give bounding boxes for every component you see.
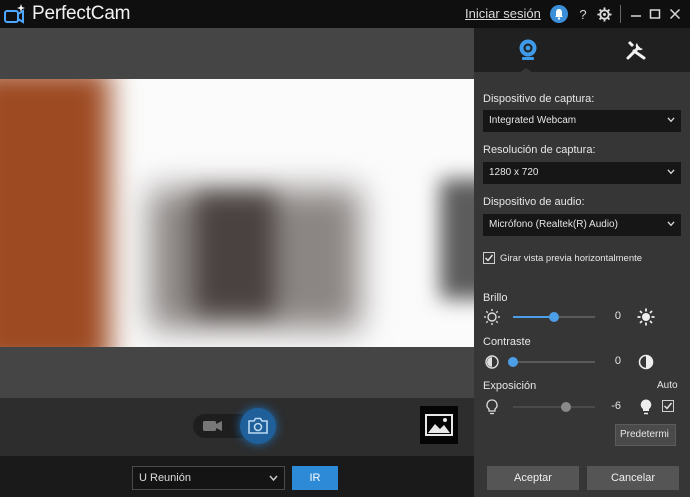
capture-controls-bar — [0, 398, 474, 456]
accept-button[interactable]: Aceptar — [487, 466, 579, 490]
video-camera-icon[interactable] — [203, 420, 222, 432]
brightness-value: 0 — [614, 310, 621, 322]
active-tab-indicator — [519, 68, 533, 73]
capture-mode-toggle[interactable] — [193, 408, 276, 444]
brightness-slider-fill — [513, 316, 554, 318]
flip-preview-label: Girar vista previa horizontalmente — [500, 252, 643, 264]
titlebar-divider — [620, 5, 621, 23]
photo-camera-icon — [248, 417, 268, 434]
checkmark-icon — [664, 402, 673, 410]
chevron-down-icon — [667, 117, 675, 123]
audio-device-label: Dispositivo de audio: — [483, 196, 585, 208]
title-bar: PerfectCam Iniciar sesión ? — [0, 0, 690, 28]
bulb-bright-icon — [640, 399, 652, 415]
exposure-slider-knob[interactable] — [561, 402, 572, 412]
capture-resolution-select[interactable]: 1280 x 720 — [483, 162, 681, 184]
perfectcam-logo-icon — [4, 3, 28, 25]
contrast-row: 0 — [483, 352, 683, 372]
contrast-slider[interactable] — [508, 357, 595, 367]
tools-icon — [626, 40, 646, 60]
go-button[interactable]: IR — [292, 466, 338, 490]
preview-blur-shape — [440, 179, 474, 299]
camera-preview — [0, 79, 474, 347]
help-icon[interactable]: ? — [577, 4, 589, 24]
chevron-down-icon — [667, 169, 675, 175]
tab-tools[interactable] — [582, 28, 690, 72]
webcam-icon — [519, 39, 537, 60]
capture-resolution-label: Resolución de captura: — [483, 144, 596, 156]
brightness-row: 0 — [483, 307, 683, 327]
contrast-low-icon — [485, 355, 499, 369]
app-title: PerfectCam — [32, 3, 131, 24]
brightness-high-icon — [637, 308, 655, 326]
checkmark-icon — [485, 254, 494, 262]
chevron-down-icon — [269, 475, 278, 482]
gear-icon[interactable] — [596, 4, 612, 24]
brightness-slider-knob[interactable] — [549, 312, 559, 322]
brightness-slider[interactable] — [513, 312, 595, 322]
sign-in-link[interactable]: Iniciar sesión — [465, 6, 541, 21]
flip-preview-checkbox[interactable] — [483, 252, 495, 264]
photo-camera-button[interactable] — [240, 408, 276, 444]
default-button[interactable]: Predetermi — [615, 424, 676, 446]
cancel-button[interactable]: Cancelar — [587, 466, 679, 490]
capture-device-value: Integrated Webcam — [489, 115, 577, 126]
panel-tabs — [474, 28, 690, 73]
audio-device-select[interactable]: Micrófono (Realtek(R) Audio) — [483, 214, 681, 236]
capture-device-label: Dispositivo de captura: — [483, 93, 595, 105]
exposure-slider[interactable] — [513, 402, 595, 412]
exposure-value: -6 — [611, 400, 621, 412]
image-gallery-icon — [425, 414, 453, 436]
app-logo: PerfectCam — [4, 3, 131, 25]
capture-device-select[interactable]: Integrated Webcam — [483, 110, 681, 132]
exposure-label: Exposición — [483, 380, 537, 392]
contrast-high-icon — [638, 354, 654, 370]
gallery-button[interactable] — [420, 406, 458, 444]
bell-icon[interactable] — [550, 5, 568, 23]
settings-panel: Dispositivo de captura: Integrated Webca… — [474, 28, 690, 497]
meeting-select-value: U Reunión — [139, 472, 191, 484]
exposure-auto-checkbox[interactable] — [662, 400, 674, 412]
minimize-icon[interactable] — [630, 4, 642, 24]
contrast-label: Contraste — [483, 336, 531, 348]
exposure-auto-label: Auto — [657, 380, 678, 391]
flip-preview-row[interactable]: Girar vista previa horizontalmente — [483, 252, 642, 264]
audio-device-value: Micrófono (Realtek(R) Audio) — [489, 219, 618, 230]
close-icon[interactable] — [668, 4, 682, 24]
preview-area: U Reunión IR — [0, 28, 474, 497]
maximize-icon[interactable] — [649, 4, 661, 24]
chevron-down-icon — [667, 221, 675, 227]
exposure-row: -6 — [483, 397, 683, 417]
capture-resolution-value: 1280 x 720 — [489, 167, 539, 178]
meeting-bar: U Reunión IR — [0, 456, 474, 497]
brightness-low-icon — [484, 309, 500, 325]
brightness-label: Brillo — [483, 292, 508, 304]
bulb-dim-icon — [486, 399, 498, 415]
contrast-slider-knob[interactable] — [508, 357, 518, 367]
preview-blur-shape — [195, 194, 275, 314]
meeting-app-select[interactable]: U Reunión — [132, 466, 285, 490]
preview-blur-shape — [0, 79, 110, 347]
tab-camera-settings[interactable] — [474, 28, 582, 72]
contrast-value: 0 — [614, 355, 621, 367]
